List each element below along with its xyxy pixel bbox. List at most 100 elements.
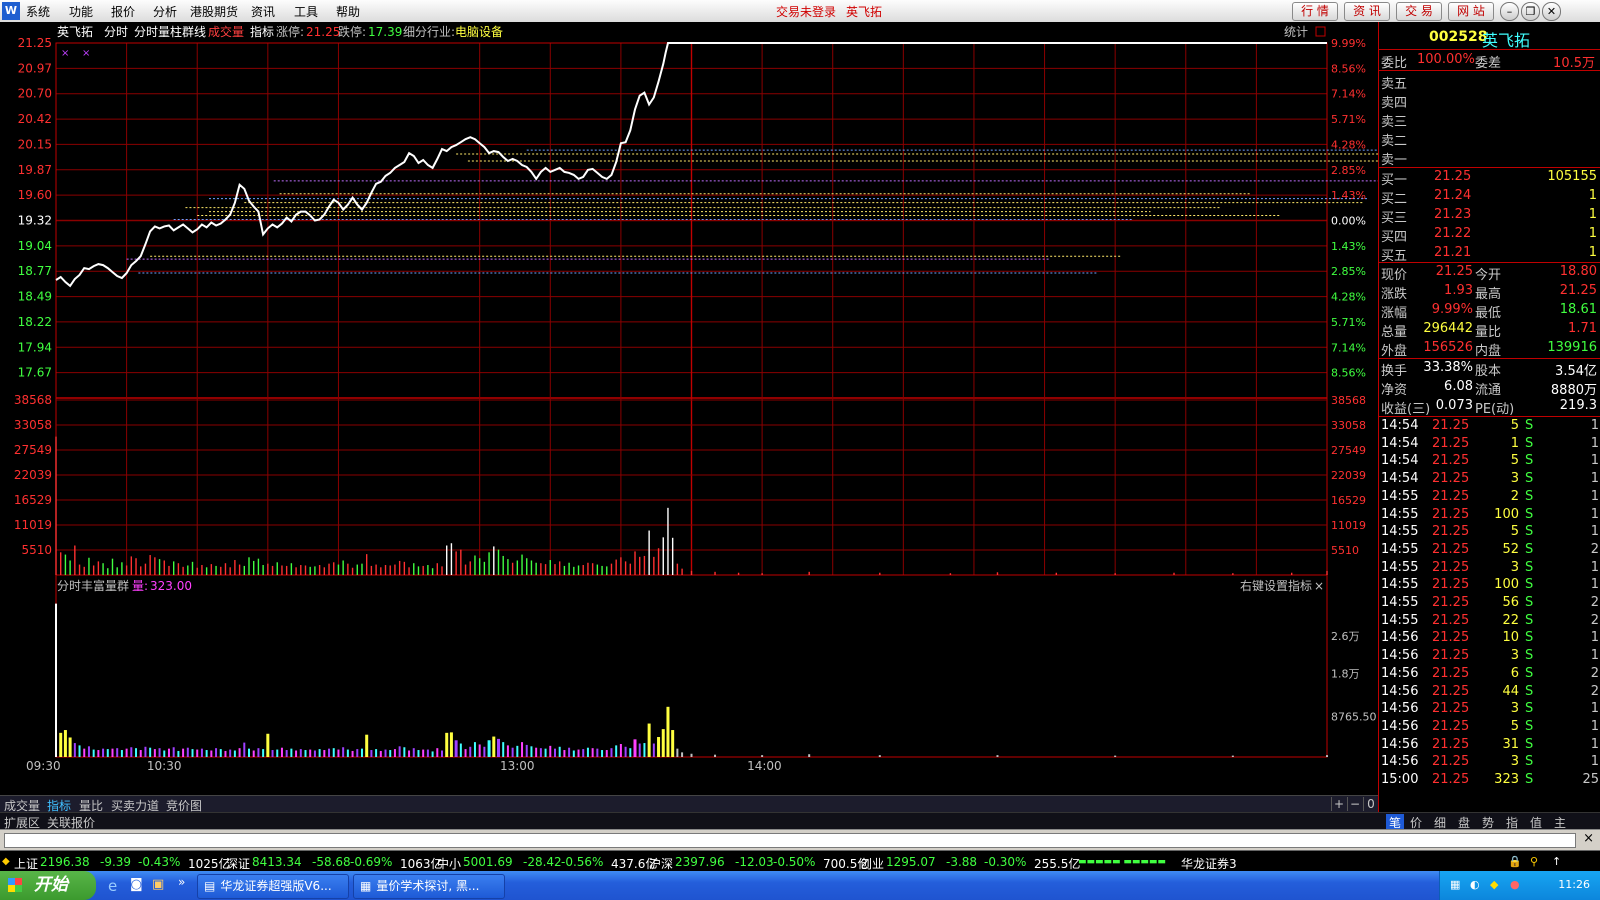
tick-time: 14:55 (1381, 541, 1419, 557)
nav-button-0[interactable]: 行 情 (1292, 2, 1338, 21)
menu-1[interactable]: 功能 (69, 3, 93, 20)
tick-row: 14:55 21.25 52 S 2 (1379, 541, 1600, 559)
nav-button-3[interactable]: 网 站 (1448, 2, 1494, 21)
quote-row: 外盘 156526 内盘 139916 (1379, 339, 1600, 359)
media-icon[interactable]: ▣ (152, 877, 164, 892)
status-lock-icon[interactable]: 🔒 (1508, 855, 1522, 868)
menu-5[interactable]: 资讯 (251, 3, 275, 20)
tick-row: 14:56 21.25 5 S 1 (1379, 718, 1600, 736)
marker-icon: × (82, 48, 90, 59)
tick-price: 21.25 (1432, 471, 1470, 487)
buy-level[interactable]: 买二 21.24 1 (1379, 187, 1600, 207)
zoom-button-2[interactable]: 0 (1363, 797, 1378, 811)
command-input[interactable] (4, 833, 1576, 848)
task-huolong[interactable]: ▤ 华龙证券超强版V6... (197, 874, 349, 899)
index-change: -3.88 (946, 855, 978, 869)
index-name[interactable]: 沪深 (649, 855, 673, 872)
quote-label: 涨跌 (1381, 287, 1408, 302)
status-arrow-icon[interactable]: ↑ (1552, 855, 1561, 868)
chart-stock-name[interactable]: 英飞拓 (57, 25, 93, 39)
tick-count: 1 (1590, 488, 1599, 504)
index-name[interactable]: 上证 (14, 855, 38, 872)
close-icon[interactable]: ✕ (1542, 2, 1561, 21)
quote-value: 156526 (1423, 340, 1473, 355)
menu-0[interactable]: 系统 (26, 3, 50, 20)
weibi-label: 委比 (1381, 56, 1408, 71)
weibi-value: 100.00% (1417, 52, 1475, 67)
chart-tab-volume-lines[interactable]: 分时量柱群线 (134, 24, 206, 39)
menu-3[interactable]: 分析 (153, 3, 177, 20)
task-label: 量价学术探讨, 黑... (376, 879, 480, 893)
buy-level[interactable]: 买五 21.21 1 (1379, 244, 1600, 264)
tray-network-icon[interactable]: ▦ (1450, 878, 1460, 891)
status-signal-icon[interactable]: ⚲ (1530, 855, 1538, 868)
zoom-button-0[interactable]: + (1331, 797, 1346, 811)
task-forum[interactable]: ▦ 量价学术探讨, 黑... (353, 874, 505, 899)
tray-app-icon[interactable]: ● (1510, 878, 1520, 891)
zoom-button-1[interactable]: − (1347, 797, 1362, 811)
indicator-close-icon[interactable]: × (1314, 579, 1324, 593)
volume-axis-label: 22039 (14, 468, 52, 482)
buy-level[interactable]: 买三 21.23 1 (1379, 206, 1600, 226)
pct-axis-label: 1.43% (1331, 189, 1366, 202)
tick-price: 21.25 (1432, 736, 1470, 752)
menu-6[interactable]: 工具 (294, 3, 318, 20)
chart-tab-volume[interactable]: 成交量 (208, 24, 244, 39)
nav-button-2[interactable]: 交 易 (1396, 2, 1442, 21)
index-name[interactable]: 中小 (437, 855, 461, 872)
volume-axis-label-right: 22039 (1331, 469, 1366, 482)
industry-value[interactable]: 电脑设备 (455, 25, 503, 39)
menu-7[interactable]: 帮助 (336, 3, 360, 20)
tick-volume: 3 (1510, 559, 1519, 575)
sell-level-label: 卖二 (1381, 134, 1408, 149)
sell-level: 卖三 (1379, 110, 1600, 130)
index-name[interactable]: 创业 (860, 855, 884, 872)
price-axis-label: 19.32 (18, 214, 52, 228)
minimize-icon[interactable]: – (1500, 2, 1519, 21)
chart-tab-fenshi[interactable]: 分时 (104, 25, 128, 39)
weibi-row: 委比 100.00% 委差 10.5万 (1379, 51, 1600, 71)
index-name[interactable]: 深证 (226, 855, 250, 872)
nav-button-1[interactable]: 资 讯 (1344, 2, 1390, 21)
menu-2[interactable]: 报价 (111, 3, 135, 20)
tick-row: 14:55 21.25 22 S 2 (1379, 612, 1600, 630)
index-pct: -0.56% (561, 855, 604, 869)
indicator-axis-label: 1.8万 (1331, 667, 1360, 680)
pct-axis-label: 1.43% (1331, 240, 1366, 253)
quote-label: 最高 (1475, 287, 1502, 302)
tray-shield-icon[interactable]: ◆ (1490, 878, 1498, 891)
tick-time: 14:56 (1381, 648, 1419, 664)
volume-axis-label-right: 11019 (1331, 519, 1366, 532)
tick-price: 21.25 (1432, 772, 1470, 787)
quick-launch-more-icon[interactable]: » (178, 875, 185, 889)
buy-level[interactable]: 买四 21.22 1 (1379, 225, 1600, 245)
menu-bar: W 系统 功能 报价 分析 港股期货 资讯 工具 帮助 交易未登录 英飞拓 行 情资 讯交 易… (0, 0, 1600, 23)
quote-value: 139916 (1547, 340, 1597, 355)
limit-down-value: 17.39 (368, 25, 402, 39)
tray-volume-icon[interactable]: ◐ (1470, 878, 1480, 891)
app-logo-icon[interactable]: W (2, 2, 20, 20)
quick-launch-icon[interactable]: ◙ (130, 877, 143, 892)
start-button[interactable]: 开始 (0, 871, 96, 900)
intraday-chart[interactable]: 21.25 9.99% 20.97 8.56% 20.70 7.14% 20.42 5.71%… (0, 22, 1486, 798)
tick-volume: 100 (1494, 577, 1519, 593)
stat-row: 换手 33.38% 股本 3.54亿 (1379, 359, 1600, 379)
command-close-icon[interactable]: × (1583, 831, 1594, 846)
tick-price: 21.25 (1432, 754, 1470, 770)
indicator-title[interactable]: 分时丰富量群 (57, 578, 129, 593)
buy-level-vol: 1 (1588, 188, 1597, 203)
index-value: 2397.96 (675, 855, 725, 869)
stats-button[interactable]: 统计 (1284, 25, 1308, 39)
tick-volume: 56 (1502, 595, 1519, 610)
chart-tab-indicator[interactable]: 指标 (250, 24, 274, 39)
buy-level-vol: 1 (1588, 245, 1597, 260)
login-status[interactable]: 交易未登录 (776, 3, 836, 20)
menu-4[interactable]: 港股期货 (190, 3, 238, 20)
ie-icon[interactable]: e (108, 877, 117, 895)
restore-icon[interactable]: ❐ (1521, 2, 1540, 21)
quote-value: 18.61 (1559, 302, 1597, 317)
indicator-hint[interactable]: 右键设置指标 (1240, 578, 1312, 593)
volume-axis-label: 11019 (14, 518, 52, 532)
tick-time: 14:56 (1381, 754, 1419, 770)
buy-level[interactable]: 买一 21.25 105155 (1379, 168, 1600, 188)
